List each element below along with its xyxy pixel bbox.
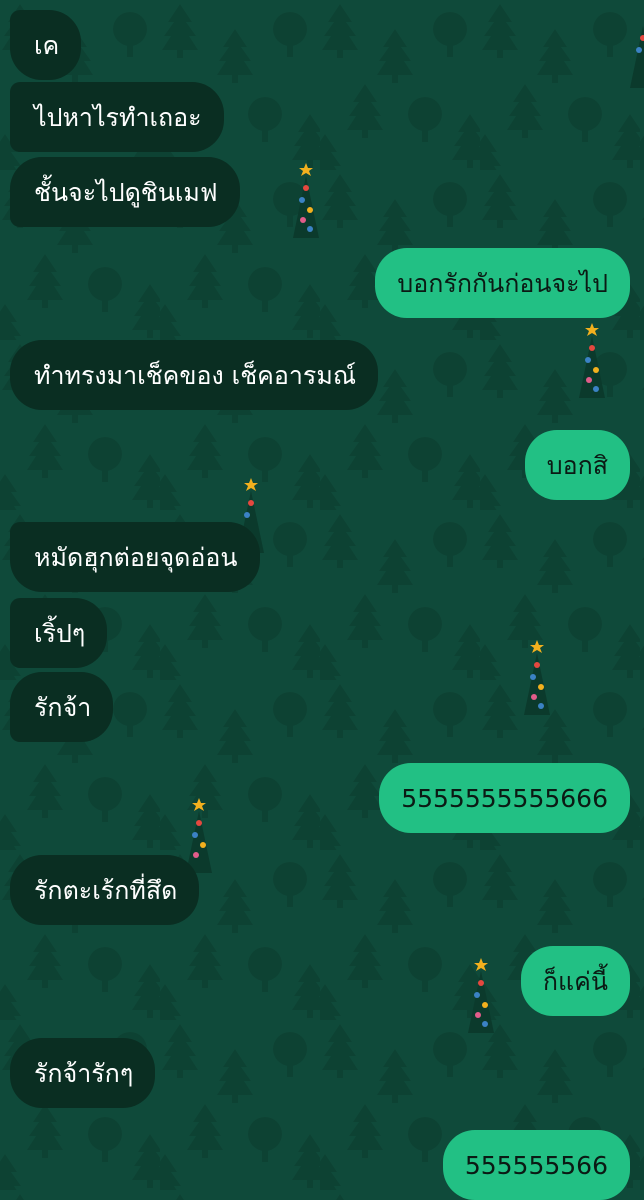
message-bubble-outgoing[interactable]: บอกสิ: [524, 430, 630, 500]
message-bubble-incoming[interactable]: ไปหาไรทำเถอะ: [10, 82, 224, 152]
message-bubble-incoming[interactable]: เริ้ปๆ: [10, 598, 108, 668]
message-bubble-outgoing[interactable]: ก็แค่นี้: [520, 946, 630, 1016]
christmas-tree-icon: [524, 640, 550, 715]
message-bubble-outgoing[interactable]: 555555566: [442, 1130, 630, 1200]
christmas-tree-icon: [630, 26, 644, 88]
message-bubble-outgoing[interactable]: บอกรักกันก่อนจะไป: [375, 248, 630, 318]
christmas-tree-icon: [293, 163, 319, 238]
message-bubble-incoming[interactable]: รักตะเร้กที่สึด: [10, 855, 200, 925]
message-bubble-incoming[interactable]: ทำทรงมาเช็คของ เช็คอารมณ์: [10, 340, 379, 410]
message-bubble-incoming[interactable]: หมัดฮุกต่อยจุดอ่อน: [10, 522, 260, 592]
christmas-tree-icon: [468, 958, 494, 1033]
message-bubble-incoming[interactable]: เค: [10, 10, 82, 80]
christmas-tree-icon: [579, 323, 605, 398]
message-bubble-outgoing[interactable]: 5555555555666: [379, 763, 630, 833]
message-bubble-incoming[interactable]: รักจ้า: [10, 672, 114, 742]
chat-background: เค ไปหาไรทำเถอะ ชั้นจะไปดูชินเมฟ บอกรักก…: [0, 0, 644, 1200]
message-bubble-incoming[interactable]: ชั้นจะไปดูชินเมฟ: [10, 157, 240, 227]
message-bubble-incoming[interactable]: รักจ้ารักๆ: [10, 1038, 156, 1108]
